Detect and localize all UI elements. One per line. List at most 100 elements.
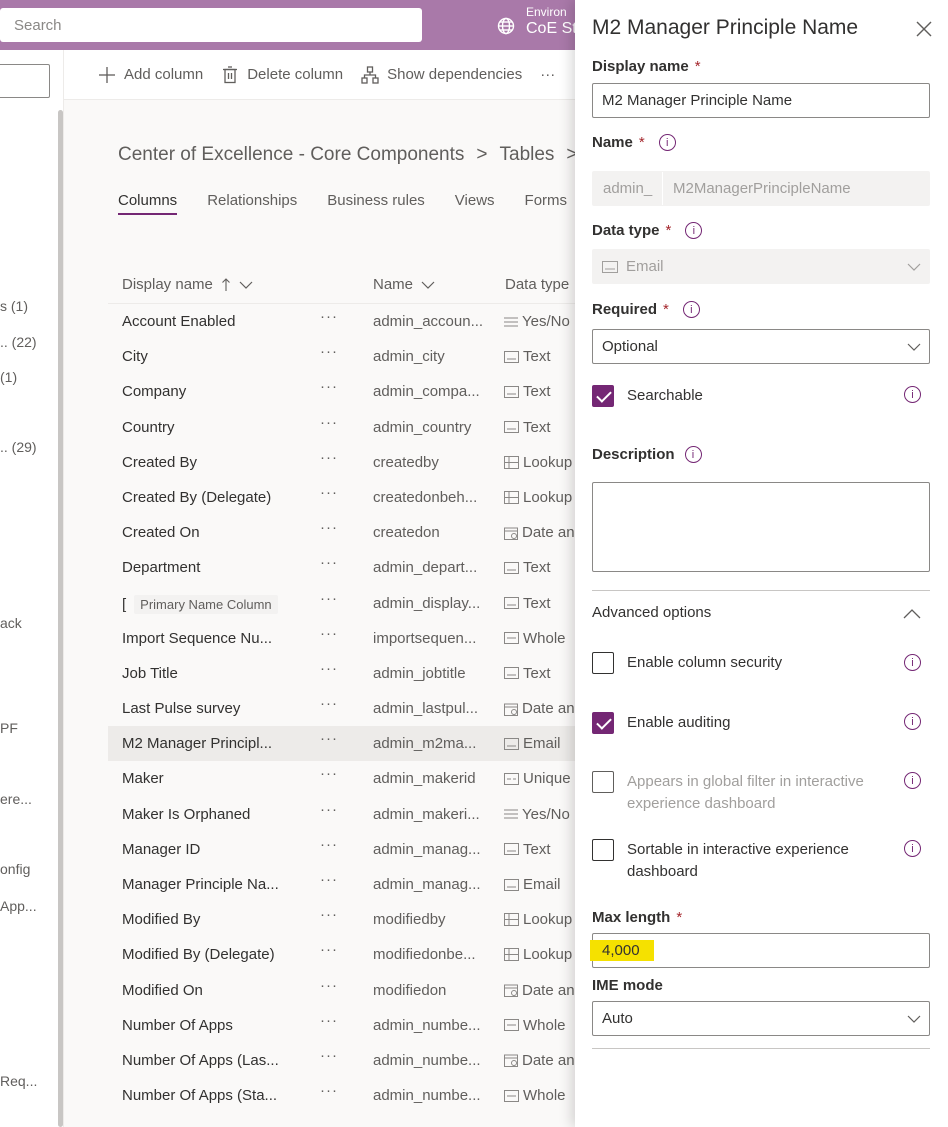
table-row[interactable]: Created On ··· createdon Date an: [108, 515, 584, 550]
description-textarea[interactable]: [592, 482, 930, 572]
tab-views[interactable]: Views: [455, 192, 495, 215]
table-row[interactable]: Maker Is Orphaned ··· admin_makeri... Yes/N…: [108, 797, 584, 832]
required-select[interactable]: Optional: [592, 329, 930, 364]
row-display-name[interactable]: [Primary Name Column: [122, 594, 278, 614]
global-filter-checkbox[interactable]: [592, 771, 614, 793]
show-dependencies-button[interactable]: Show dependencies: [361, 65, 522, 84]
table-row[interactable]: City ··· admin_city Text: [108, 339, 584, 374]
nav-item[interactable]: .. (22): [0, 334, 37, 350]
row-display-name[interactable]: Last Pulse survey: [122, 700, 240, 717]
row-more-button[interactable]: ···: [320, 1047, 338, 1064]
row-more-button[interactable]: ···: [320, 906, 338, 923]
table-row[interactable]: Department ··· admin_depart... Text: [108, 550, 584, 585]
row-more-button[interactable]: ···: [320, 484, 338, 501]
nav-item[interactable]: .. (29): [0, 439, 37, 455]
table-row[interactable]: Modified By ··· modifiedby Lookup: [108, 902, 584, 937]
row-more-button[interactable]: ···: [320, 625, 338, 642]
row-more-button[interactable]: ···: [320, 378, 338, 395]
nav-item[interactable]: PF: [0, 720, 18, 736]
row-display-name[interactable]: Maker: [122, 770, 164, 787]
row-display-name[interactable]: Maker Is Orphaned: [122, 806, 250, 823]
info-icon[interactable]: i: [682, 301, 700, 318]
row-more-button[interactable]: ···: [320, 941, 338, 958]
row-more-button[interactable]: ···: [320, 554, 338, 571]
row-display-name[interactable]: Modified By: [122, 911, 200, 928]
info-icon[interactable]: i: [684, 446, 702, 463]
nav-item[interactable]: s (1): [0, 298, 28, 314]
table-row[interactable]: M2 Manager Principl... ··· admin_m2ma... Em…: [108, 726, 584, 762]
column-security-checkbox[interactable]: [592, 652, 614, 674]
tab-columns[interactable]: Columns: [118, 192, 178, 215]
nav-item[interactable]: App...: [0, 898, 37, 914]
row-display-name[interactable]: Created By (Delegate): [122, 489, 271, 506]
row-display-name[interactable]: Number Of Apps (Sta...: [122, 1087, 277, 1104]
display-name-input[interactable]: M2 Manager Principle Name: [592, 83, 930, 118]
info-icon[interactable]: i: [904, 772, 921, 789]
table-row[interactable]: Company ··· admin_compa... Text: [108, 374, 584, 409]
row-display-name[interactable]: Modified By (Delegate): [122, 946, 275, 963]
nav-item[interactable]: ack: [0, 615, 22, 631]
nav-item[interactable]: onfig: [0, 861, 30, 877]
table-row[interactable]: Modified By (Delegate) ··· modifiedonbe...…: [108, 937, 584, 972]
row-more-button[interactable]: ···: [320, 871, 338, 888]
row-display-name[interactable]: M2 Manager Principl...: [122, 735, 272, 752]
row-more-button[interactable]: ···: [320, 1082, 338, 1099]
max-length-input[interactable]: 4,000: [590, 933, 930, 968]
auditing-checkbox[interactable]: [592, 712, 614, 734]
ime-mode-select[interactable]: Auto: [592, 1001, 930, 1036]
row-display-name[interactable]: Created By: [122, 454, 197, 471]
row-more-button[interactable]: ···: [320, 765, 338, 782]
table-row[interactable]: Manager ID ··· admin_manag... Text: [108, 832, 584, 867]
table-row[interactable]: Modified On ··· modifiedon Date an: [108, 973, 584, 1008]
table-row[interactable]: Created By ··· createdby Lookup: [108, 445, 584, 480]
table-row[interactable]: Job Title ··· admin_jobtitle Text: [108, 656, 584, 691]
row-display-name[interactable]: Number Of Apps (Las...: [122, 1052, 279, 1069]
tab-forms[interactable]: Forms: [525, 192, 568, 215]
table-row[interactable]: Account Enabled ··· admin_accoun... Yes/No: [108, 304, 584, 339]
table-row[interactable]: Created By (Delegate) ··· createdonbeh... L…: [108, 480, 584, 515]
info-icon[interactable]: i: [904, 386, 921, 403]
table-row[interactable]: Number Of Apps (Las... ··· admin_numbe... D…: [108, 1043, 584, 1078]
row-display-name[interactable]: Number Of Apps: [122, 1017, 233, 1034]
row-more-button[interactable]: ···: [320, 519, 338, 536]
row-display-name[interactable]: Country: [122, 419, 175, 436]
row-more-button[interactable]: ···: [320, 730, 338, 747]
more-commands-button[interactable]: ···: [540, 66, 555, 83]
row-more-button[interactable]: ···: [320, 977, 338, 994]
table-row[interactable]: Last Pulse survey ··· admin_lastpul... Date…: [108, 691, 584, 726]
row-display-name[interactable]: Modified On: [122, 982, 203, 999]
delete-column-button[interactable]: Delete column: [221, 65, 343, 84]
row-more-button[interactable]: ···: [320, 590, 338, 607]
nav-search-box[interactable]: [0, 64, 50, 98]
nav-item[interactable]: ere...: [0, 791, 32, 807]
row-display-name[interactable]: Import Sequence Nu...: [122, 630, 272, 647]
row-more-button[interactable]: ···: [320, 343, 338, 360]
searchable-checkbox[interactable]: [592, 385, 614, 407]
search-box[interactable]: Search: [0, 8, 422, 42]
tab-business-rules[interactable]: Business rules: [327, 192, 425, 215]
nav-item[interactable]: Req...: [0, 1073, 37, 1089]
row-more-button[interactable]: ···: [320, 308, 338, 325]
row-more-button[interactable]: ···: [320, 801, 338, 818]
breadcrumb-solution[interactable]: Center of Excellence - Core Components: [118, 144, 464, 166]
header-display-name[interactable]: Display name: [122, 276, 253, 293]
row-more-button[interactable]: ···: [320, 1012, 338, 1029]
tab-relationships[interactable]: Relationships: [207, 192, 297, 215]
info-icon[interactable]: i: [904, 713, 921, 730]
row-display-name[interactable]: Job Title: [122, 665, 178, 682]
nav-scrollbar[interactable]: [58, 110, 63, 1127]
info-icon[interactable]: i: [658, 134, 676, 151]
info-icon[interactable]: i: [904, 654, 921, 671]
nav-item[interactable]: (1): [0, 369, 17, 385]
row-display-name[interactable]: Company: [122, 383, 186, 400]
environment-picker[interactable]: Environ CoE St: [496, 6, 577, 40]
table-row[interactable]: Country ··· admin_country Text: [108, 410, 584, 445]
row-more-button[interactable]: ···: [320, 449, 338, 466]
row-display-name[interactable]: Account Enabled: [122, 313, 235, 330]
row-display-name[interactable]: City: [122, 348, 148, 365]
table-row[interactable]: Import Sequence Nu... ··· importsequen... W…: [108, 621, 584, 656]
table-row[interactable]: [Primary Name Column ··· admin_display... T…: [108, 586, 584, 621]
close-icon[interactable]: [915, 20, 933, 38]
table-row[interactable]: Number Of Apps ··· admin_numbe... Whole: [108, 1008, 584, 1043]
breadcrumb-tables[interactable]: Tables: [500, 144, 555, 166]
